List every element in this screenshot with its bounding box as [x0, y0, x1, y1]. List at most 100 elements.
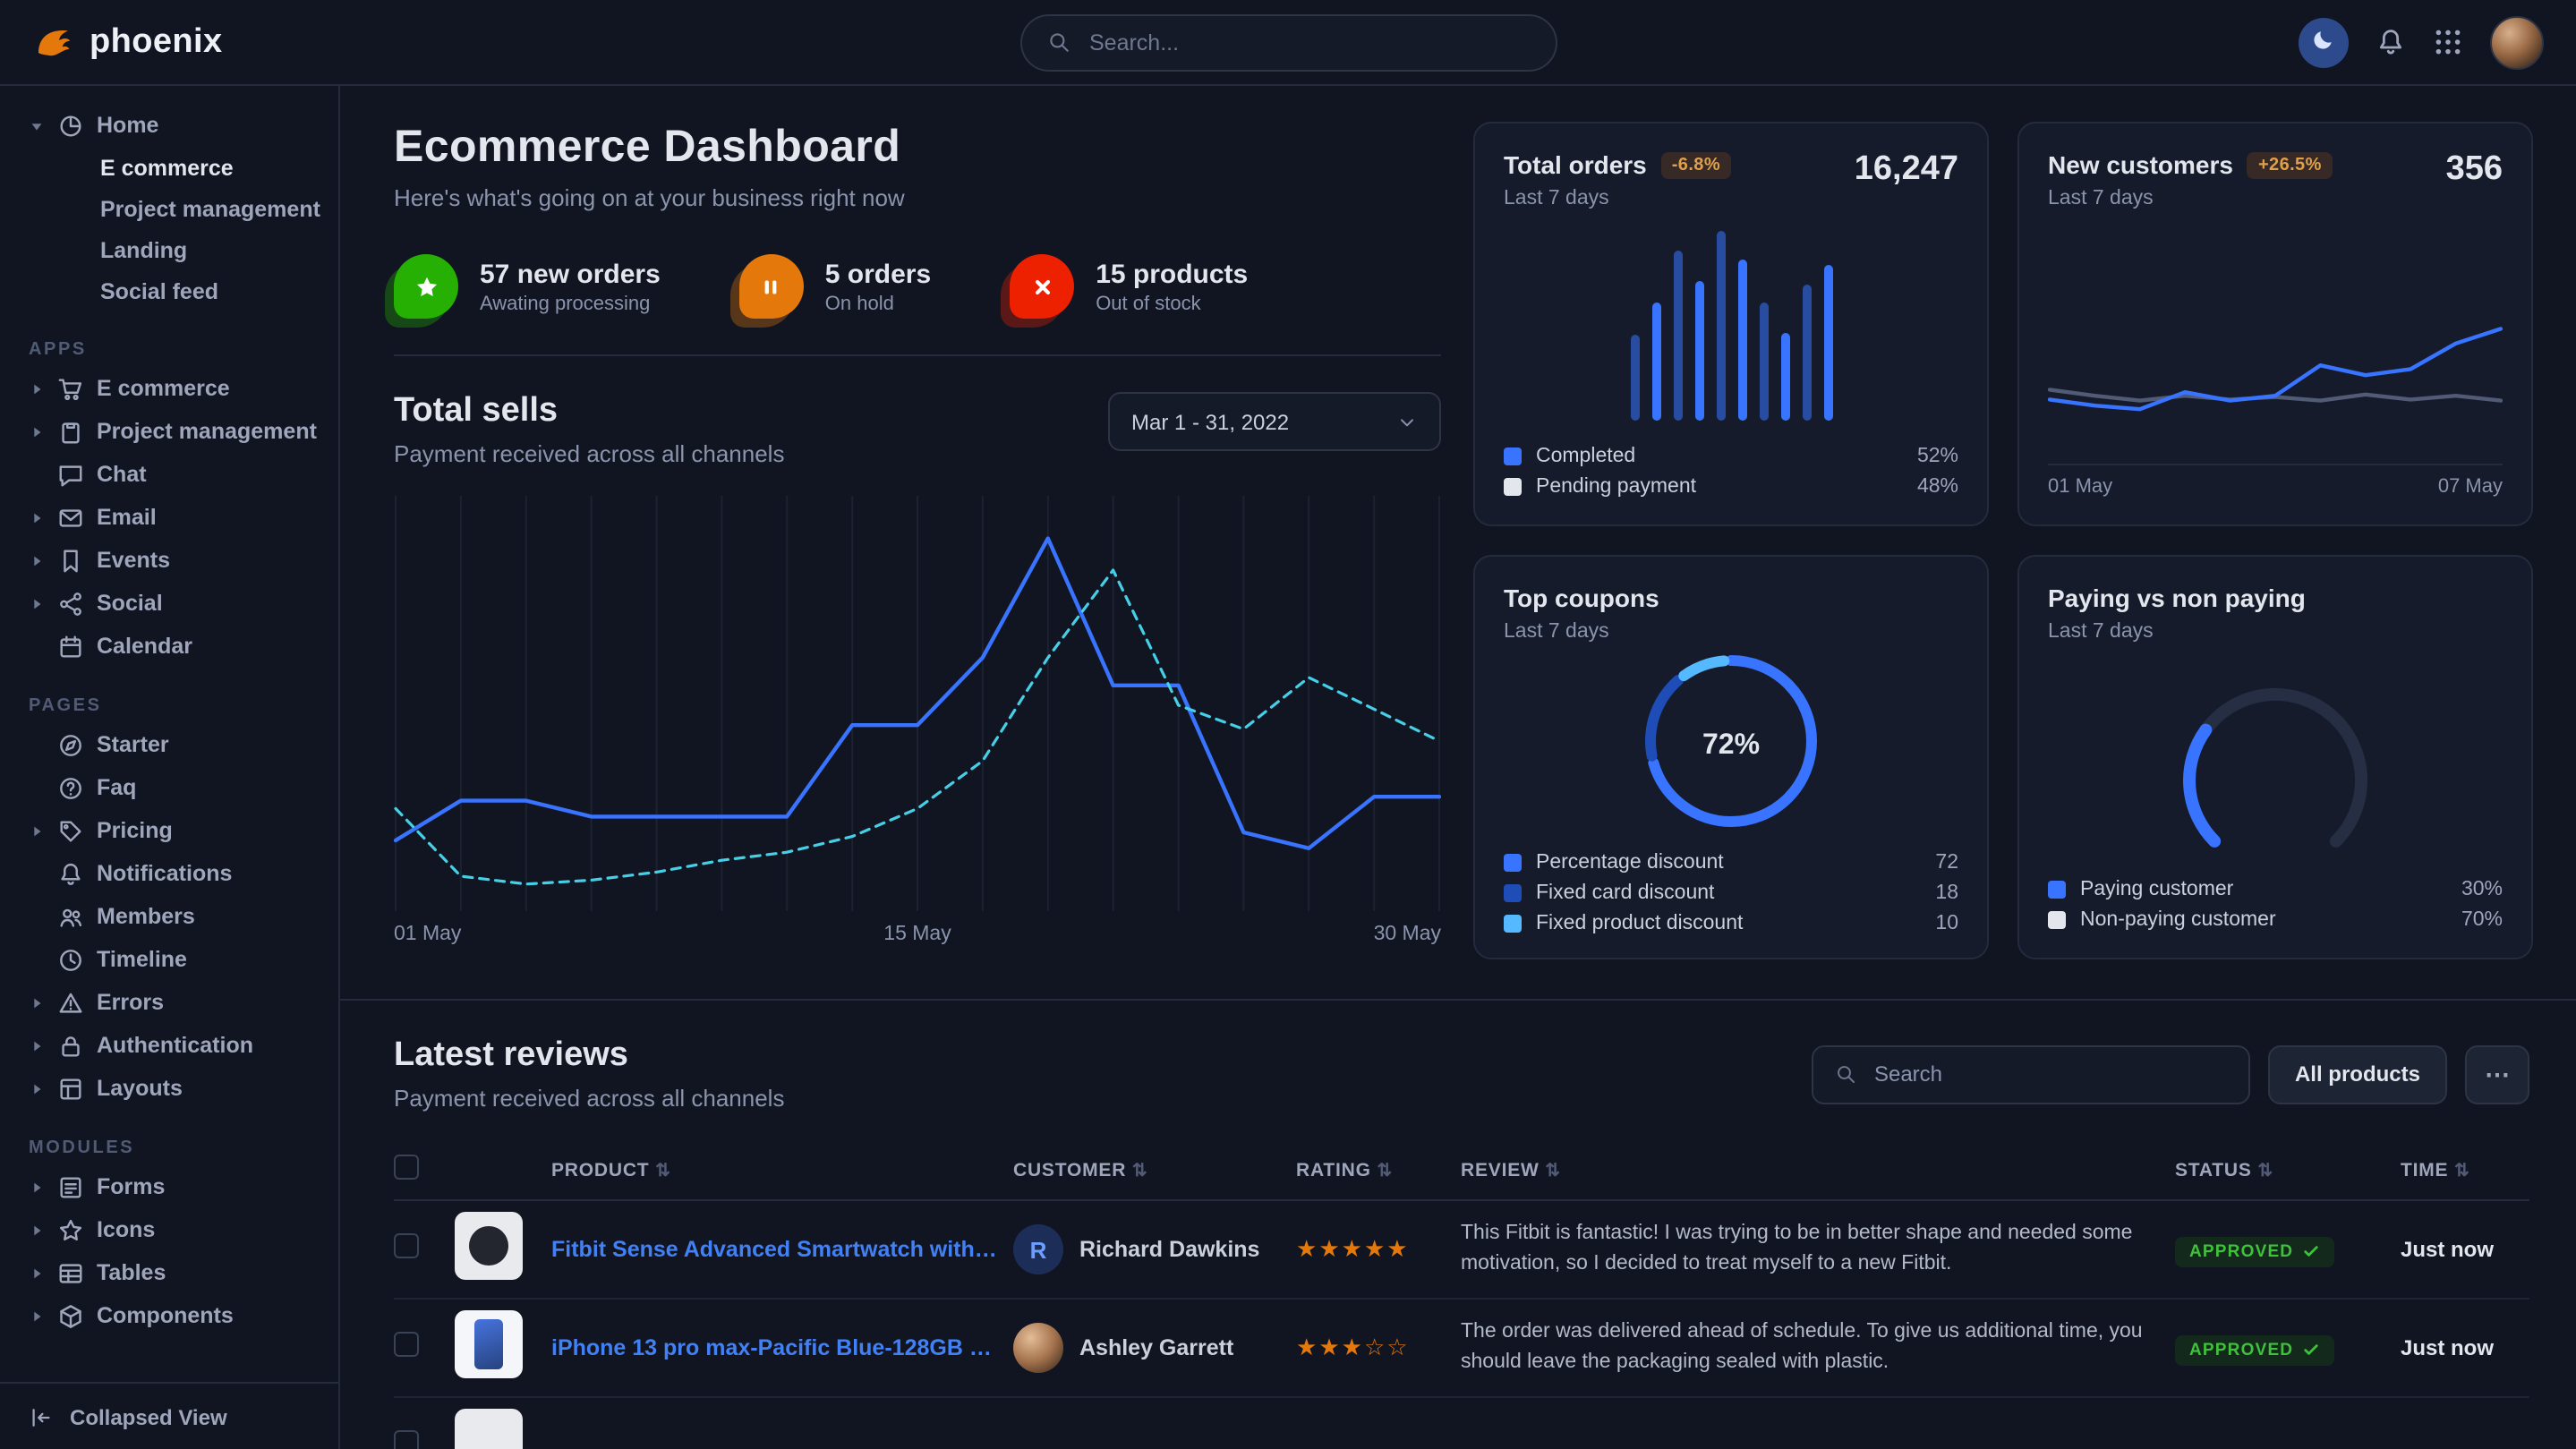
- main-content: Ecommerce Dashboard Here's what's going …: [340, 86, 2576, 1449]
- column-header-rating[interactable]: RATING ⇅: [1296, 1159, 1446, 1181]
- stat-value: 15 products: [1096, 259, 1248, 289]
- sidebar-item-notifications[interactable]: Notifications: [25, 852, 320, 895]
- sidebar-item-components[interactable]: Components: [25, 1294, 320, 1337]
- stat-caption: Out of stock: [1096, 293, 1248, 314]
- column-header-product[interactable]: PRODUCT ⇅: [551, 1159, 999, 1181]
- sidebar-item-label: Email: [97, 505, 157, 530]
- caret-right-icon: [29, 1265, 45, 1281]
- theme-toggle-button[interactable]: [2299, 17, 2349, 67]
- sidebar-item-authentication[interactable]: Authentication: [25, 1024, 320, 1067]
- legend-value: 10: [1935, 913, 1958, 934]
- sort-icon: ⇅: [2454, 1161, 2470, 1181]
- product-link[interactable]: Fitbit Sense Advanced Smartwatch with To…: [551, 1237, 999, 1262]
- change-badge: +26.5%: [2248, 151, 2333, 178]
- legend-value: 70%: [2461, 909, 2503, 931]
- select-all-checkbox[interactable]: [394, 1155, 419, 1180]
- legend-swatch: [2048, 881, 2066, 899]
- column-header-time[interactable]: TIME ⇅: [2401, 1159, 2529, 1181]
- column-header-review[interactable]: REVIEW ⇅: [1461, 1159, 2161, 1181]
- column-header-customer[interactable]: CUSTOMER ⇅: [1013, 1159, 1282, 1181]
- sidebar-item-tables[interactable]: Tables: [25, 1251, 320, 1294]
- bell-icon[interactable]: [2376, 27, 2406, 57]
- sidebar-item-project-management[interactable]: Project management: [25, 410, 320, 453]
- compass-icon: [57, 731, 84, 758]
- brand[interactable]: phoenix: [32, 21, 223, 64]
- sidebar-item-timeline[interactable]: Timeline: [25, 938, 320, 981]
- legend-swatch: [1504, 478, 1522, 496]
- grid-icon[interactable]: [2433, 27, 2463, 57]
- moon-icon: [2311, 27, 2336, 57]
- sidebar-item-layouts[interactable]: Layouts: [25, 1067, 320, 1110]
- card-title: New customers: [2048, 150, 2233, 179]
- sidebar-item-forms[interactable]: Forms: [25, 1165, 320, 1208]
- latest-reviews-section: Latest reviews Payment received across a…: [340, 999, 2576, 1449]
- collapse-view-button[interactable]: Collapsed View: [0, 1382, 338, 1449]
- review-text: The order was delivered ahead of schedul…: [1461, 1318, 2161, 1378]
- legend-label: Paying customer: [2080, 879, 2233, 900]
- row-checkbox[interactable]: [394, 1331, 419, 1356]
- search-icon: [1046, 30, 1070, 54]
- sidebar-item-label: Project management: [97, 419, 317, 444]
- legend-value: 72: [1935, 852, 1958, 874]
- product-link[interactable]: iPhone 13 pro max-Pacific Blue-128GB sto…: [551, 1335, 999, 1360]
- caret-down-icon: [29, 117, 45, 133]
- sidebar-item-e-commerce[interactable]: E commerce: [25, 147, 320, 188]
- total-sells-chart: [394, 496, 1441, 911]
- bell-icon: [57, 860, 84, 887]
- stats-row: 57 new ordersAwating processing5 ordersO…: [394, 254, 1441, 356]
- legend-value: 30%: [2461, 879, 2503, 900]
- top-coupons-card: Top coupons Last 7 days 72% Percentage d…: [1473, 555, 1989, 959]
- sidebar-item-starter[interactable]: Starter: [25, 723, 320, 766]
- dashboard-top: Ecommerce Dashboard Here's what's going …: [340, 86, 2576, 999]
- total-sells-x-labels: 01 May15 May30 May: [394, 924, 1441, 945]
- card-title: Total orders: [1504, 150, 1647, 179]
- sidebar-item-errors[interactable]: Errors: [25, 981, 320, 1024]
- date-range-select[interactable]: Mar 1 - 31, 2022: [1108, 392, 1441, 451]
- sidebar-item-faq[interactable]: Faq: [25, 766, 320, 809]
- legend-label: Fixed product discount: [1536, 913, 1743, 934]
- share-icon: [57, 590, 84, 617]
- sidebar-item-members[interactable]: Members: [25, 895, 320, 938]
- reviews-search[interactable]: [1812, 1044, 2250, 1104]
- sidebar-item-events[interactable]: Events: [25, 539, 320, 582]
- sidebar-item-e-commerce[interactable]: E commerce: [25, 367, 320, 410]
- product-image[interactable]: [455, 1211, 523, 1279]
- row-checkbox[interactable]: [394, 1429, 419, 1449]
- user-avatar[interactable]: [2490, 15, 2544, 69]
- sidebar-item-email[interactable]: Email: [25, 496, 320, 539]
- alert-icon: [57, 989, 84, 1016]
- sidebar-item-icons[interactable]: Icons: [25, 1208, 320, 1251]
- reviews-header: Latest reviews Payment received across a…: [394, 1036, 2529, 1112]
- sidebar-item-social[interactable]: Social: [25, 582, 320, 625]
- legend-item-fixed-card-discount: Fixed card discount18: [1504, 882, 1958, 904]
- sidebar-item-chat[interactable]: Chat: [25, 453, 320, 496]
- table-row: iPhone 13 pro max-Pacific Blue-128GB sto…: [394, 1300, 2529, 1398]
- sidebar-section-title-modules: MODULES: [25, 1131, 320, 1165]
- search-input[interactable]: [1086, 28, 1530, 56]
- more-options-button[interactable]: ⋯: [2465, 1044, 2529, 1104]
- sort-icon: ⇅: [655, 1161, 671, 1181]
- all-products-button[interactable]: All products: [2268, 1044, 2447, 1104]
- date-range-value: Mar 1 - 31, 2022: [1131, 409, 1289, 434]
- avatar: R: [1013, 1224, 1063, 1274]
- reviews-search-input[interactable]: [1871, 1060, 2227, 1088]
- caret-right-icon: [29, 595, 45, 611]
- column-header-status[interactable]: STATUS ⇅: [2175, 1159, 2386, 1181]
- sidebar-item-project-management[interactable]: Project management: [25, 188, 320, 229]
- row-checkbox[interactable]: [394, 1232, 419, 1257]
- stat-item-awating-processing: 57 new ordersAwating processing: [394, 254, 661, 319]
- sidebar-item-landing[interactable]: Landing: [25, 229, 320, 270]
- sidebar-item-home[interactable]: Home: [25, 104, 320, 147]
- sidebar-item-calendar[interactable]: Calendar: [25, 625, 320, 668]
- caret-right-icon: [29, 552, 45, 568]
- global-search[interactable]: [1019, 13, 1557, 71]
- sidebar-item-pricing[interactable]: Pricing: [25, 809, 320, 852]
- sidebar-item-label: Layouts: [97, 1076, 183, 1101]
- product-image[interactable]: [455, 1309, 523, 1377]
- calendar-icon: [57, 633, 84, 660]
- layout-icon: [57, 1075, 84, 1102]
- x-axis-label: 30 May: [1374, 924, 1441, 945]
- product-image[interactable]: [455, 1408, 523, 1449]
- star-icon: [57, 1216, 84, 1243]
- sidebar-item-social-feed[interactable]: Social feed: [25, 270, 320, 311]
